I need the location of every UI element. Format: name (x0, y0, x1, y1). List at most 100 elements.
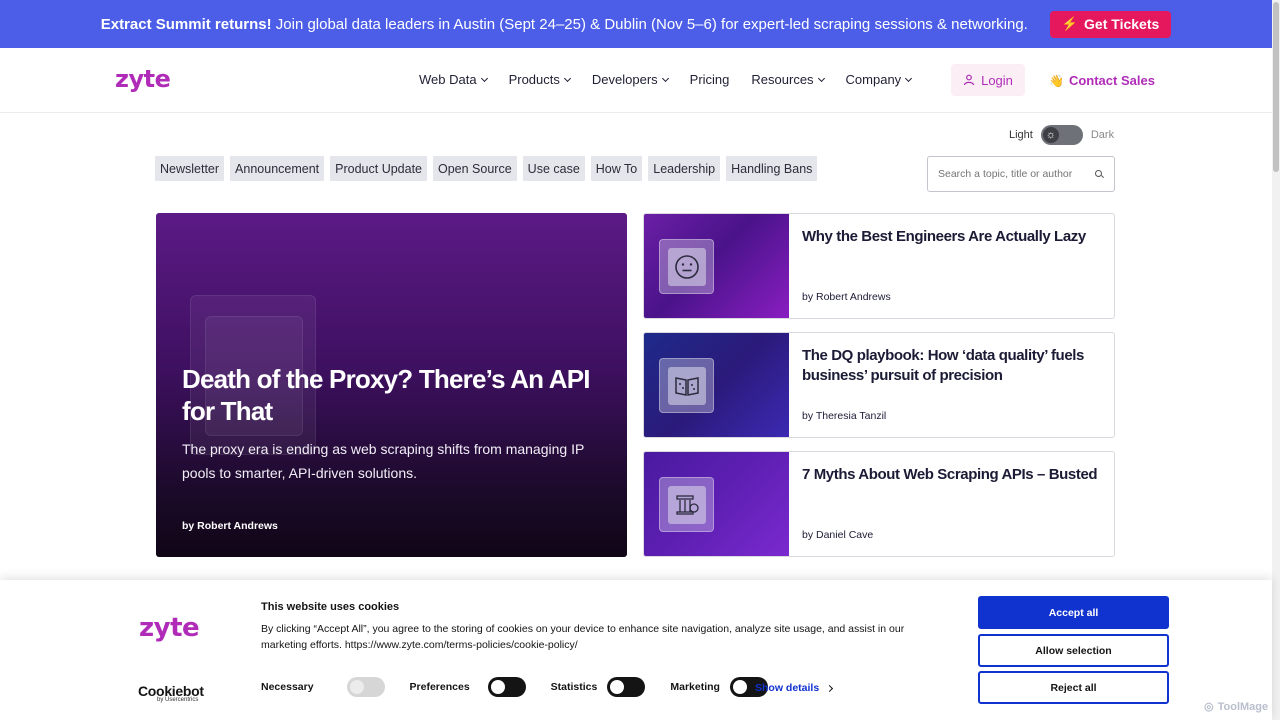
tag-open-source[interactable]: Open Source (433, 156, 517, 181)
consent-marketing-label: Marketing (670, 681, 720, 693)
category-tags: Newsletter Announcement Product Update O… (155, 156, 818, 181)
nav-company[interactable]: Company (845, 72, 913, 87)
sun-icon: ☼ (1042, 127, 1059, 143)
cookie-text: By clicking “Accept All”, you agree to t… (261, 623, 905, 651)
article-author: by Robert Andrews (802, 291, 891, 303)
login-button[interactable]: Login (951, 64, 1025, 96)
get-tickets-button[interactable]: ⚡ Get Tickets (1049, 10, 1172, 38)
article-title[interactable]: 7 Myths About Web Scraping APIs – Busted (802, 465, 1102, 485)
theme-light-label: Light (1009, 129, 1033, 141)
search-box (927, 156, 1115, 192)
tag-how-to[interactable]: How To (590, 156, 643, 181)
zyte-logo[interactable]: zyte (115, 65, 171, 93)
toolmage-watermark: ◎ ToolMage (1204, 700, 1269, 714)
preferences-toggle[interactable] (487, 677, 526, 697)
waving-hand-icon: 👋 (1049, 73, 1064, 88)
nav-web-data-label: Web Data (419, 72, 477, 87)
nav-pricing-label: Pricing (689, 72, 730, 87)
thumbnail-frame (659, 477, 714, 532)
chevron-down-icon (817, 74, 825, 82)
consent-necessary-label: Necessary (261, 681, 314, 693)
nav-products-label: Products (508, 72, 560, 87)
featured-description: The proxy era is ending as web scraping … (182, 441, 585, 481)
site-header: zyte Web Data Products Developers Pricin… (0, 48, 1272, 113)
article-card[interactable]: Why the Best Engineers Are Actually Lazy… (643, 213, 1115, 319)
announcement-body: Join global data leaders in Austin (Sept… (275, 15, 1028, 33)
contact-sales-link[interactable]: 👋 Contact Sales (1049, 73, 1155, 88)
nav-developers-label: Developers (591, 72, 658, 87)
article-thumbnail (644, 452, 789, 556)
thumbnail-frame (659, 358, 714, 413)
user-icon (963, 74, 975, 86)
book-icon (667, 366, 706, 405)
cookiebot-sub: by Usercentrics (157, 697, 199, 703)
article-title[interactable]: Why the Best Engineers Are Actually Lazy (802, 227, 1102, 247)
featured-article-card[interactable]: Death of the Proxy? There’s An API for T… (156, 213, 627, 557)
chevron-down-icon (661, 74, 669, 82)
theme-toggle-group: Light ☼ Dark (1009, 125, 1114, 145)
watermark-label: ToolMage (1217, 700, 1269, 713)
thumbnail-frame (659, 239, 714, 294)
tag-use-case[interactable]: Use case (522, 156, 585, 181)
login-label: Login (981, 72, 1013, 88)
consent-preferences: Preferences (410, 677, 526, 697)
tag-announcement[interactable]: Announcement (230, 156, 325, 181)
cookie-banner: zyte Cookiebot by Usercentrics This webs… (0, 580, 1272, 720)
nav-products[interactable]: Products (508, 72, 571, 87)
statistics-toggle[interactable] (607, 677, 646, 697)
get-tickets-label: Get Tickets (1084, 16, 1160, 32)
column-icon (667, 485, 706, 524)
announcement-bar: Extract Summit returns! Join global data… (0, 0, 1272, 48)
consent-necessary: Necessary (261, 677, 385, 697)
article-title[interactable]: The DQ playbook: How ‘data quality’ fuel… (802, 346, 1102, 386)
show-details-label: Show details (755, 682, 820, 694)
tag-handling-bans[interactable]: Handling Bans (726, 156, 818, 181)
nav-pricing[interactable]: Pricing (690, 72, 730, 87)
consent-preferences-label: Preferences (409, 681, 470, 693)
article-thumbnail (644, 333, 789, 437)
lightning-bolt-icon: ⚡ (1061, 16, 1079, 31)
watermark-icon: ◎ (1204, 701, 1214, 713)
tag-product-update[interactable]: Product Update (330, 156, 427, 181)
contact-sales-label: Contact Sales (1068, 73, 1155, 88)
announcement-text: Extract Summit returns! Join global data… (101, 16, 1028, 33)
main-nav: Web Data Products Developers Pricing Res… (419, 72, 933, 87)
article-card[interactable]: 7 Myths About Web Scraping APIs – Busted… (643, 451, 1115, 557)
article-card[interactable]: The DQ playbook: How ‘data quality’ fuel… (643, 332, 1115, 438)
nav-resources[interactable]: Resources (751, 72, 825, 87)
article-author: by Theresia Tanzil (802, 410, 887, 422)
nav-developers[interactable]: Developers (591, 72, 669, 87)
article-author: by Daniel Cave (802, 529, 874, 541)
tag-newsletter[interactable]: Newsletter (155, 156, 225, 181)
nav-resources-label: Resources (751, 72, 814, 87)
search-input[interactable] (938, 168, 1078, 180)
nav-company-label: Company (845, 72, 902, 87)
article-thumbnail (644, 214, 789, 318)
cookie-title: This website uses cookies (261, 601, 400, 613)
theme-toggle[interactable]: ☼ (1040, 125, 1083, 145)
reject-all-button[interactable]: Reject all (978, 671, 1169, 704)
chevron-right-icon (826, 684, 834, 692)
consent-marketing: Marketing (670, 677, 768, 697)
chevron-down-icon (563, 74, 571, 82)
scrollbar-thumb[interactable] (1273, 2, 1279, 172)
accept-all-button[interactable]: Accept all (978, 596, 1169, 629)
tag-leadership[interactable]: Leadership (648, 156, 721, 181)
consent-statistics-label: Statistics (550, 681, 598, 693)
featured-author: by Robert Andrews (182, 520, 278, 532)
necessary-toggle (346, 677, 385, 697)
nav-web-data[interactable]: Web Data (419, 72, 488, 87)
neutral-face-icon (667, 247, 706, 286)
allow-selection-button[interactable]: Allow selection (978, 634, 1169, 667)
chevron-down-icon (480, 74, 488, 82)
search-icon[interactable] (1095, 169, 1104, 179)
cookie-zyte-logo: zyte (139, 613, 200, 643)
consent-statistics: Statistics (551, 677, 646, 697)
theme-dark-label: Dark (1090, 129, 1115, 141)
show-details-link[interactable]: Show details (755, 682, 834, 694)
page-scrollbar[interactable] (1272, 0, 1280, 720)
chevron-down-icon (905, 74, 913, 82)
announcement-bold: Extract Summit returns! (100, 15, 272, 33)
featured-title[interactable]: Death of the Proxy? There’s An API for T… (182, 363, 602, 427)
consent-switches: Necessary Preferences Statistics Marketi… (261, 677, 768, 697)
